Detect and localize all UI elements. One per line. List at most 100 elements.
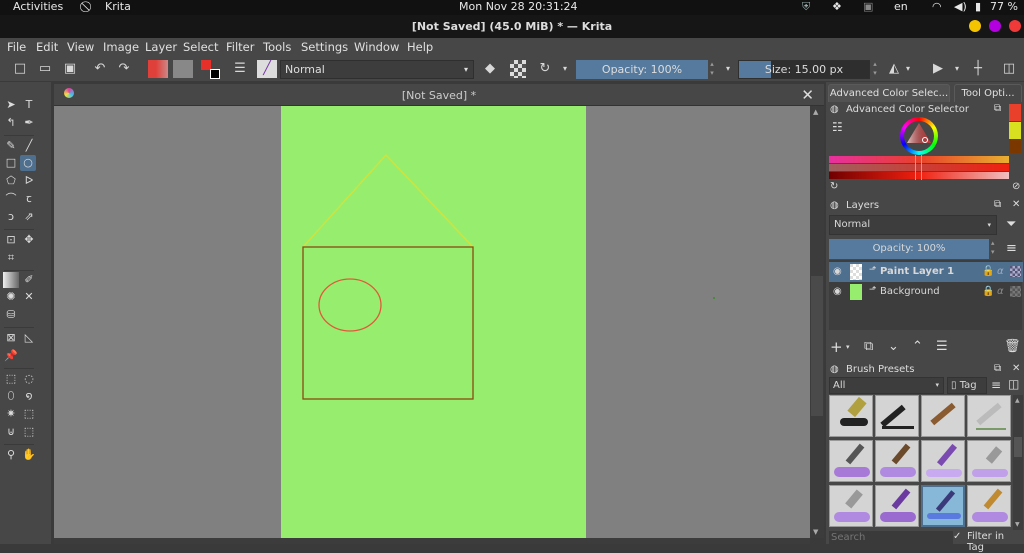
redo-icon[interactable]: ↷	[116, 60, 132, 78]
canvas-paper[interactable]	[281, 106, 586, 538]
reference-images-tool-icon[interactable]: 📌	[3, 348, 19, 364]
layer-name[interactable]: Paint Layer 1	[880, 262, 954, 282]
brush-search-input[interactable]	[829, 531, 953, 544]
fill-gradient-icon[interactable]	[148, 60, 168, 78]
layer-opacity-slider[interactable]: Opacity: 100%	[829, 239, 989, 259]
layer-properties-button[interactable]: ☰	[936, 339, 948, 354]
maximize-button[interactable]	[989, 20, 1001, 32]
activities-button[interactable]: Activities	[13, 0, 63, 14]
brush-scroll-thumb[interactable]	[1014, 437, 1022, 457]
duplicate-layer-button[interactable]: ⧉	[864, 339, 873, 354]
horizontal-scrollbar[interactable]	[54, 538, 810, 544]
layer-name[interactable]: Background	[880, 282, 940, 302]
menu-help[interactable]: Help	[407, 40, 433, 54]
transform-tool-icon[interactable]: ⊡	[3, 232, 19, 248]
scroll-up-arrow[interactable]: ▲	[813, 108, 818, 116]
chevron-down-icon[interactable]: ▾	[904, 60, 912, 78]
brush-view-menu-icon[interactable]: ≡	[991, 378, 1001, 392]
vertical-scroll-thumb[interactable]	[811, 276, 823, 416]
hue-ring[interactable]	[900, 117, 938, 155]
tab-tool-options[interactable]: Tool Opti...	[954, 84, 1022, 102]
polyline-tool-icon[interactable]: ᐅ	[21, 173, 37, 189]
workspace-icon[interactable]: ◫	[1000, 60, 1018, 78]
text-tool-icon[interactable]: T	[21, 97, 37, 113]
layer-opacity-spinner[interactable]: ▴ ▾	[991, 239, 995, 257]
brush-settings-icon[interactable]: ☰	[232, 60, 248, 78]
mirror-horizontal-icon[interactable]: ◭	[886, 60, 902, 78]
edit-shapes-tool-icon[interactable]: ↰	[3, 115, 19, 131]
delete-layer-button[interactable]: 🗑	[1004, 339, 1021, 354]
float-panel-icon[interactable]: ⧉	[994, 363, 1001, 374]
filter-icon[interactable]: ⏷	[1006, 217, 1016, 232]
layer-options-menu-icon[interactable]: ≡	[1006, 241, 1017, 256]
measure-tool-icon[interactable]: ◺	[21, 330, 37, 346]
alpha-lock-icon[interactable]: α	[997, 282, 1004, 302]
move-layer-up-button[interactable]: ⌃	[912, 339, 923, 354]
clock[interactable]: Mon Nov 28 20:31:24	[459, 0, 578, 14]
close-panel-icon[interactable]: ✕	[1012, 199, 1020, 210]
menu-tools[interactable]: Tools	[263, 40, 291, 54]
elliptical-selection-tool-icon[interactable]: ◌	[21, 371, 37, 387]
brush-preset-tile[interactable]	[921, 440, 965, 482]
new-document-icon[interactable]: □	[12, 60, 28, 78]
chevron-down-icon[interactable]: ▾	[560, 60, 570, 78]
lock-icon[interactable]: 🔒	[982, 282, 994, 302]
filter-in-tag-checkbox[interactable]: ✓	[953, 531, 961, 542]
brush-preset-tile[interactable]	[967, 440, 1011, 482]
brush-preset-tile[interactable]	[875, 440, 919, 482]
visibility-eye-icon[interactable]: ◉	[833, 262, 842, 282]
wrap-around-icon[interactable]: ┼	[970, 60, 986, 78]
freehand-path-tool-icon[interactable]: ꞇ	[21, 191, 37, 207]
brush-preset-tile[interactable]	[829, 440, 873, 482]
size-spinner[interactable]: ▴ ▾	[871, 60, 879, 78]
visibility-eye-icon[interactable]: ◉	[833, 282, 842, 302]
layer-row-background[interactable]: ◉ ⬏ Background 🔒 α	[829, 282, 1023, 302]
scroll-down-arrow[interactable]: ▼	[813, 528, 818, 536]
undo-icon[interactable]: ↶	[92, 60, 108, 78]
tray-app-icon[interactable]: ▣	[863, 0, 873, 14]
move-tool-icon[interactable]: ✥	[21, 232, 37, 248]
move-layer-down-button[interactable]: ⌄	[888, 339, 899, 354]
recent-color-swatch[interactable]	[1009, 104, 1021, 121]
menu-window[interactable]: Window	[354, 40, 399, 54]
chevron-down-icon[interactable]: ▾	[953, 60, 961, 78]
saturation-value-triangle[interactable]	[900, 117, 938, 155]
gradient-tool-icon[interactable]	[3, 272, 19, 288]
brush-preset-tile[interactable]	[875, 485, 919, 527]
wifi-icon[interactable]: ◠	[932, 0, 942, 14]
menu-layer[interactable]: Layer	[145, 40, 177, 54]
layer-properties-icon[interactable]: ⬏	[869, 280, 877, 300]
calligraphy-tool-icon[interactable]: ✒	[21, 115, 37, 131]
ellipse-tool-icon[interactable]: ○	[20, 155, 36, 171]
brush-preset-tile[interactable]	[967, 485, 1011, 527]
rectangular-selection-tool-icon[interactable]: ⬚	[3, 371, 19, 387]
polygonal-selection-tool-icon[interactable]: ⬯	[3, 388, 19, 404]
fg-bg-color-selector[interactable]	[201, 60, 223, 79]
eraser-icon[interactable]: ◆	[482, 60, 498, 78]
close-document-icon[interactable]: ✕	[801, 86, 814, 104]
menu-select[interactable]: Select	[183, 40, 218, 54]
vertical-scrollbar[interactable]: ▲ ▼	[810, 106, 824, 538]
assistant-tool-icon[interactable]: ⊠	[3, 330, 19, 346]
menu-filter[interactable]: Filter	[226, 40, 254, 54]
line-tool-icon[interactable]: ╱	[21, 138, 37, 154]
close-panel-icon[interactable]: ✕	[1012, 363, 1020, 374]
alpha-lock-icon[interactable]: α	[997, 262, 1004, 282]
pan-tool-icon[interactable]: ✋	[21, 447, 37, 463]
opacity-slider[interactable]: Opacity: 100%	[576, 60, 708, 79]
dropbox-icon[interactable]: ❖	[832, 0, 842, 14]
blend-mode-select[interactable]: Normal ▾	[280, 60, 474, 79]
scroll-down-arrow[interactable]: ▼	[1015, 521, 1020, 528]
brush-presets-scrollbar[interactable]: ▲ ▼	[1013, 395, 1023, 530]
layer-blend-mode-select[interactable]: Normal ▾	[829, 215, 997, 235]
volume-icon[interactable]: ◀)	[954, 0, 967, 14]
brush-preset-tile[interactable]	[967, 395, 1011, 437]
slider-handle[interactable]	[915, 155, 922, 180]
add-layer-button[interactable]: +	[830, 338, 843, 356]
menu-edit[interactable]: Edit	[36, 40, 58, 54]
minimize-button[interactable]	[969, 20, 981, 32]
reset-colors-icon[interactable]: ↻	[830, 181, 838, 192]
recent-color-swatch[interactable]	[1009, 122, 1021, 139]
inherit-alpha-icon[interactable]	[1010, 266, 1021, 277]
select-shapes-tool-icon[interactable]: ➤	[3, 97, 19, 113]
